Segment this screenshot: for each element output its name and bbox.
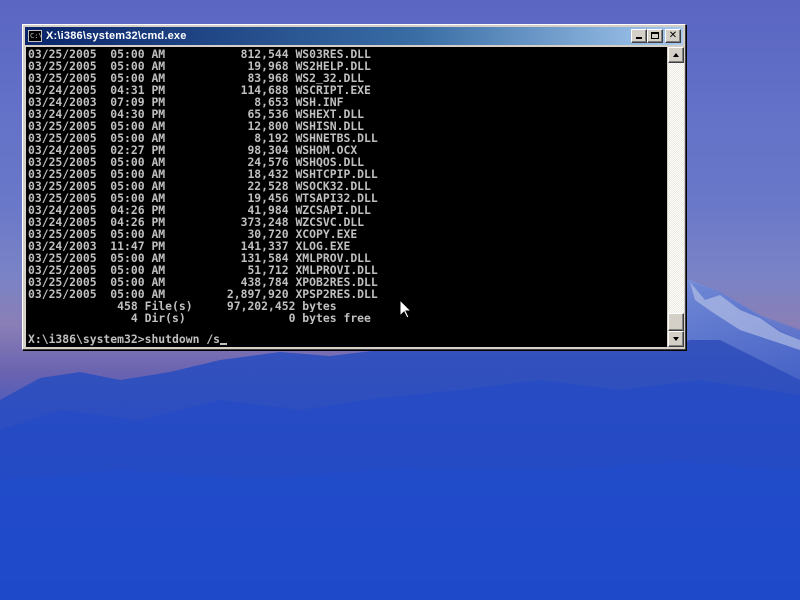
console-line: 03/24/2005 04:30 PM 65,536 WSHEXT.DLL <box>28 108 365 120</box>
console-line: 03/24/2003 07:09 PM 8,653 WSH.INF <box>28 96 344 108</box>
scroll-down-button[interactable] <box>668 331 684 347</box>
minimize-button[interactable] <box>631 29 647 43</box>
console-line: 03/25/2005 05:00 AM 24,576 WSHQOS.DLL <box>28 156 365 168</box>
console-line: 03/25/2005 05:00 AM 812,544 WS03RES.DLL <box>28 48 371 60</box>
maximize-icon <box>651 32 659 39</box>
console-line: 03/25/2005 05:00 AM 51,712 XMLPROVI.DLL <box>28 264 378 276</box>
maximize-button[interactable] <box>647 29 663 43</box>
console-line: 458 File(s) 97,202,452 bytes <box>28 300 337 312</box>
console-line: 4 Dir(s) 0 bytes free <box>28 312 371 324</box>
close-icon: ✕ <box>668 30 678 41</box>
console-app-icon[interactable]: C:\ <box>28 30 42 42</box>
vertical-scrollbar[interactable] <box>668 47 684 347</box>
cmd-window[interactable]: C:\ X:\i386\system32\cmd.exe ✕ 03/25/200… <box>22 24 686 350</box>
console-line: 03/24/2005 04:31 PM 114,688 WSCRIPT.EXE <box>28 84 371 96</box>
window-title: X:\i386\system32\cmd.exe <box>46 30 187 42</box>
minimize-icon <box>636 37 642 39</box>
console-line: 03/25/2005 05:00 AM 19,968 WS2HELP.DLL <box>28 60 371 72</box>
console-line: 03/25/2005 05:00 AM 438,784 XPOB2RES.DLL <box>28 276 378 288</box>
console-line: 03/25/2005 05:00 AM 8,192 WSHNETBS.DLL <box>28 132 378 144</box>
arrow-down-icon <box>673 337 679 341</box>
command-line[interactable]: X:\i386\system32> shutdown /s <box>28 332 228 346</box>
console-line: 03/25/2005 05:00 AM 2,897,920 XPSP2RES.D… <box>28 288 378 300</box>
directory-listing: 03/25/2005 05:00 AM 812,544 WS03RES.DLL 0… <box>28 48 378 324</box>
console-line: 03/25/2005 05:00 AM 83,968 WS2_32.DLL <box>28 72 365 84</box>
window-controls: ✕ <box>631 29 681 43</box>
command-input[interactable]: shutdown /s <box>145 333 220 345</box>
arrow-up-icon <box>673 53 679 57</box>
console-line: 03/25/2005 05:00 AM 30,720 XCOPY.EXE <box>28 228 358 240</box>
mouse-pointer-icon <box>400 300 412 319</box>
title-bar[interactable]: C:\ X:\i386\system32\cmd.exe ✕ <box>25 27 683 45</box>
console-line: 03/25/2005 05:00 AM 19,456 WTSAPI32.DLL <box>28 192 378 204</box>
scrollbar-thumb[interactable] <box>668 313 684 331</box>
scroll-up-button[interactable] <box>668 47 684 63</box>
text-cursor <box>220 343 228 345</box>
console-line: 03/24/2005 04:26 PM 41,984 WZCSAPI.DLL <box>28 204 371 216</box>
console-output[interactable]: 03/25/2005 05:00 AM 812,544 WS03RES.DLL 0… <box>26 47 667 347</box>
console-line: 03/24/2005 04:26 PM 373,248 WZCSVC.DLL <box>28 216 365 228</box>
close-button[interactable]: ✕ <box>665 29 681 43</box>
console-line: 03/25/2005 05:00 AM 12,800 WSHISN.DLL <box>28 120 365 132</box>
console-line: 03/25/2005 05:00 AM 131,584 XMLPROV.DLL <box>28 252 371 264</box>
console-line: 03/24/2003 11:47 PM 141,337 XLOG.EXE <box>28 240 351 252</box>
console-line: 03/25/2005 05:00 AM 18,432 WSHTCPIP.DLL <box>28 168 378 180</box>
prompt-path: X:\i386\system32> <box>28 332 145 346</box>
console-line: 03/24/2005 02:27 PM 98,304 WSHOM.OCX <box>28 144 358 156</box>
console-line: 03/25/2005 05:00 AM 22,528 WSOCK32.DLL <box>28 180 371 192</box>
